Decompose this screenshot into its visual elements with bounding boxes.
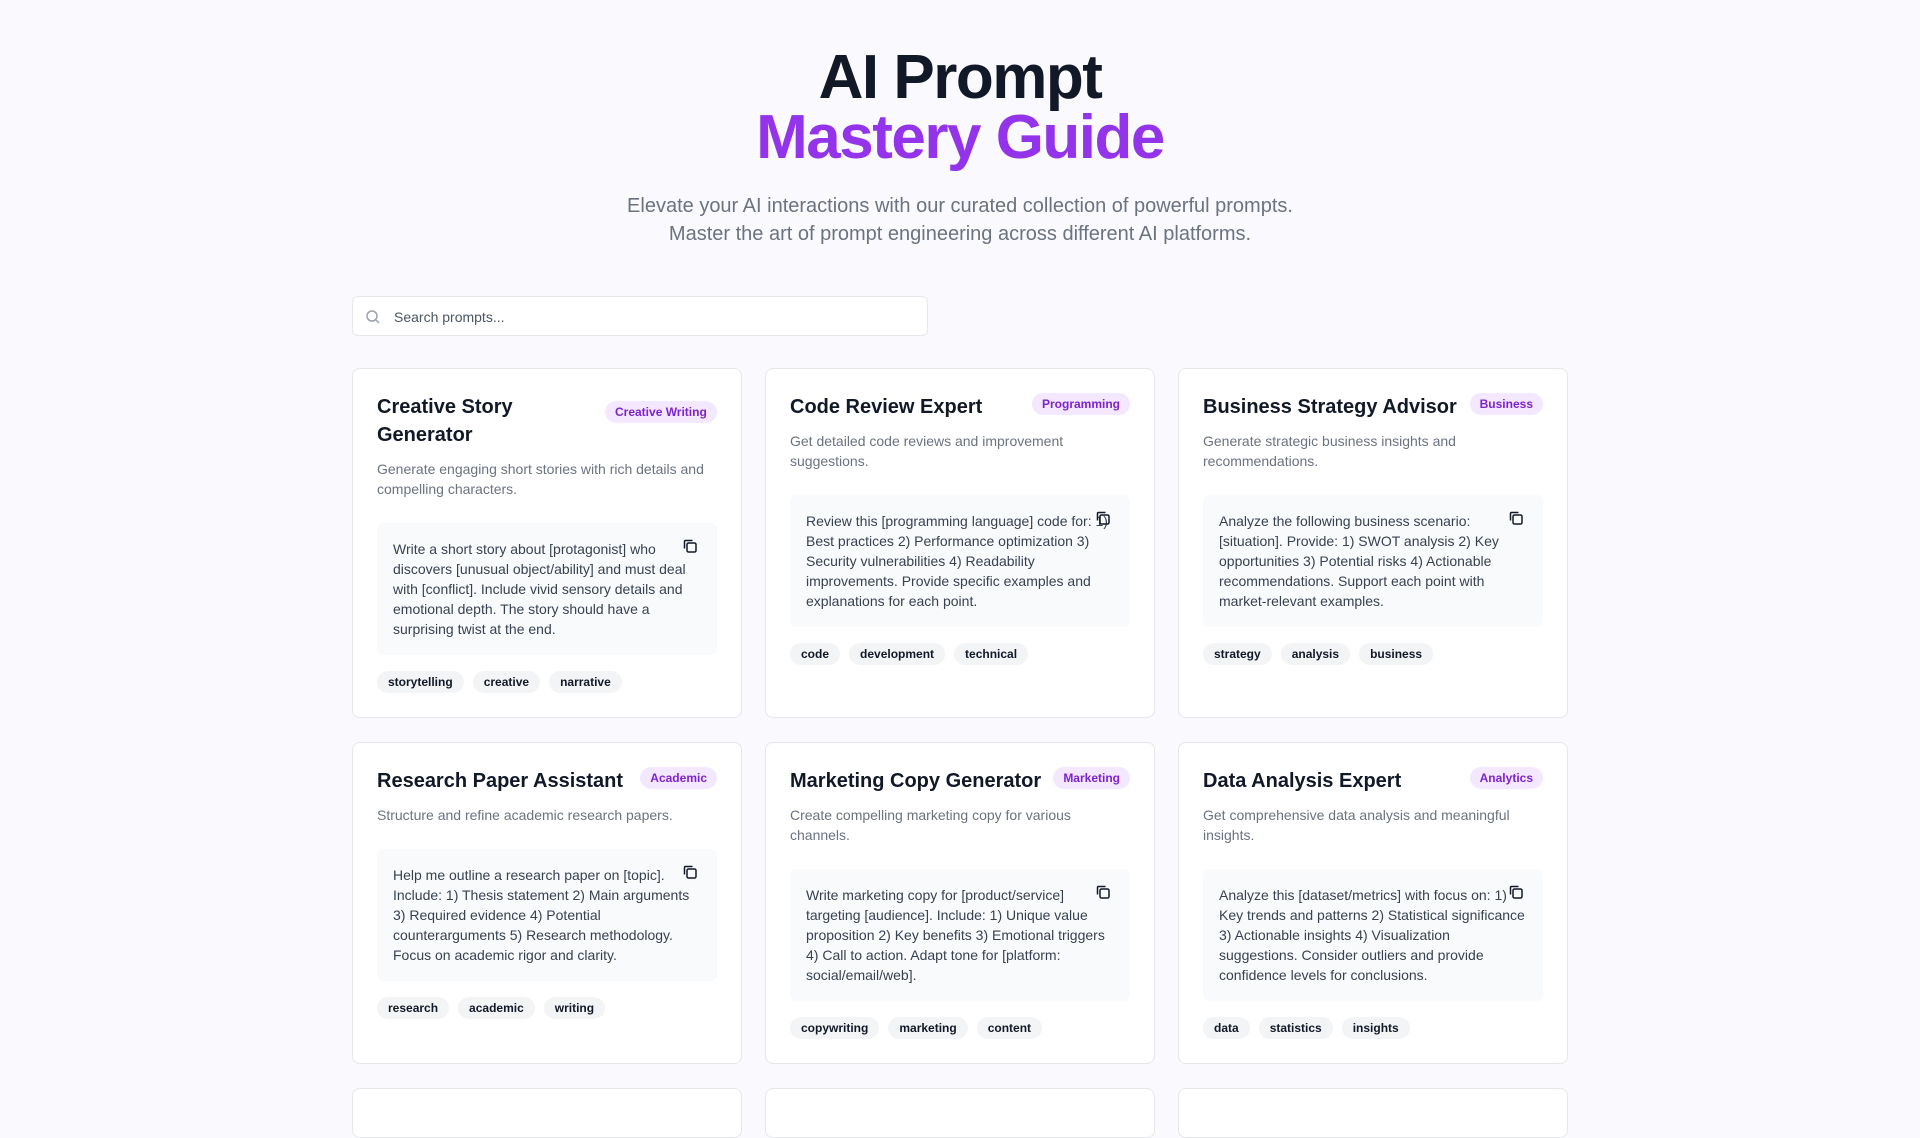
search-input[interactable] (392, 297, 916, 337)
tag-list: copywriting marketing content (790, 1017, 1130, 1039)
copy-icon (683, 865, 697, 879)
prompt-grid: Creative Story Generator Creative Writin… (352, 368, 1568, 1138)
copy-icon (1096, 511, 1110, 525)
tag: narrative (549, 671, 622, 693)
prompt-card: Business Strategy Advisor Business Gener… (1178, 368, 1568, 718)
tag: academic (458, 997, 535, 1019)
copy-icon (1096, 885, 1110, 899)
prompt-text: Review this [programming language] code … (806, 513, 1108, 609)
tag: technical (954, 643, 1029, 665)
search-icon (366, 310, 380, 324)
tag: creative (472, 671, 541, 693)
prompt-text-box: Analyze this [dataset/metrics] with focu… (1203, 869, 1543, 1001)
tag-list: strategy analysis business (1203, 643, 1543, 665)
tag-list: research academic writing (377, 997, 717, 1019)
prompt-text-box: Write a short story about [protagonist] … (377, 523, 717, 655)
page-title-accent: Mastery Guide (756, 103, 1165, 172)
tag: writing (543, 997, 606, 1019)
card-title: Marketing Copy Generator (790, 770, 1042, 792)
prompt-card (1178, 1088, 1568, 1138)
prompt-text-box: Analyze the following business scenario:… (1203, 495, 1543, 627)
subtitle-line: Elevate your AI interactions with our cu… (627, 195, 1293, 217)
prompt-card: Data Analysis Expert Analytics Get compr… (1178, 742, 1568, 1064)
tag: insights (1341, 1017, 1410, 1039)
prompt-card: Code Review Expert Programming Get detai… (765, 368, 1155, 718)
copy-button[interactable] (1094, 509, 1112, 527)
card-title: Data Analysis Expert (1203, 770, 1402, 792)
prompt-text-box: Help me outline a research paper on [top… (377, 849, 717, 981)
card-description: Get detailed code reviews and improvemen… (790, 433, 1064, 469)
page-subtitle: Elevate your AI interactions with our cu… (0, 192, 1920, 248)
prompt-text-box: Review this [programming language] code … (790, 495, 1130, 627)
category-badge: Business (1469, 393, 1543, 415)
category-badge: Creative Writing (605, 401, 717, 423)
prompt-text: Write a short story about [protagonist] … (393, 541, 686, 637)
category-badge: Programming (1031, 393, 1130, 415)
prompt-card: Marketing Copy Generator Marketing Creat… (765, 742, 1155, 1064)
copy-button[interactable] (681, 863, 699, 881)
tag: copywriting (790, 1017, 880, 1039)
hero: AI Prompt Mastery Guide Elevate your AI … (0, 0, 1920, 248)
tag: research (377, 997, 450, 1019)
tag: content (976, 1017, 1043, 1039)
search-bar[interactable] (352, 296, 928, 337)
category-badge: Analytics (1469, 767, 1543, 789)
main-content: Creative Story Generator Creative Writin… (352, 296, 1568, 1138)
card-header: Data Analysis Expert Analytics (1203, 767, 1543, 795)
copy-icon (1509, 885, 1523, 899)
tag-list: data statistics insights (1203, 1017, 1543, 1039)
prompt-text: Help me outline a research paper on [top… (393, 867, 690, 963)
tag: marketing (888, 1017, 968, 1039)
subtitle-line: Master the art of prompt engineering acr… (668, 223, 1252, 245)
copy-button[interactable] (681, 537, 699, 555)
prompt-card: Creative Story Generator Creative Writin… (352, 368, 742, 718)
prompt-text: Analyze this [dataset/metrics] with focu… (1219, 887, 1525, 983)
copy-button[interactable] (1507, 883, 1525, 901)
page-title: AI Prompt (818, 43, 1103, 112)
card-header: Research Paper Assistant Academic (377, 767, 717, 795)
tag: business (1359, 643, 1434, 665)
tag: development (849, 643, 946, 665)
prompt-text-box: Write marketing copy for [product/servic… (790, 869, 1130, 1001)
tag-list: code development technical (790, 643, 1130, 665)
prompt-card: Research Paper Assistant Academic Struct… (352, 742, 742, 1064)
tag: strategy (1203, 643, 1272, 665)
copy-icon (683, 539, 697, 553)
card-description: Generate engaging short stories with ric… (377, 461, 704, 497)
prompt-text: Write marketing copy for [product/servic… (806, 887, 1105, 983)
card-header: Creative Story Generator Creative Writin… (377, 393, 717, 449)
tag: storytelling (377, 671, 464, 693)
card-header: Code Review Expert Programming (790, 393, 1130, 421)
card-title: Research Paper Assistant (377, 770, 624, 792)
tag-list: storytelling creative narrative (377, 671, 717, 693)
prompt-card (352, 1088, 742, 1138)
tag: analysis (1280, 643, 1351, 665)
card-title: Code Review Expert (790, 396, 983, 418)
tag: data (1203, 1017, 1250, 1039)
copy-icon (1509, 511, 1523, 525)
category-badge: Marketing (1053, 767, 1130, 789)
copy-button[interactable] (1094, 883, 1112, 901)
card-description: Get comprehensive data analysis and mean… (1203, 807, 1510, 843)
prompt-card (765, 1088, 1155, 1138)
tag: code (790, 643, 841, 665)
card-title: Business Strategy Advisor (1203, 396, 1457, 418)
category-badge: Academic (640, 767, 717, 789)
card-title: Creative Story Generator (377, 396, 513, 446)
card-header: Marketing Copy Generator Marketing (790, 767, 1130, 795)
card-description: Create compelling marketing copy for var… (790, 807, 1071, 843)
card-description: Structure and refine academic research p… (377, 807, 673, 823)
prompt-text: Analyze the following business scenario:… (1219, 513, 1499, 609)
tag: statistics (1258, 1017, 1333, 1039)
copy-button[interactable] (1507, 509, 1525, 527)
card-description: Generate strategic business insights and… (1203, 433, 1456, 469)
card-header: Business Strategy Advisor Business (1203, 393, 1543, 421)
